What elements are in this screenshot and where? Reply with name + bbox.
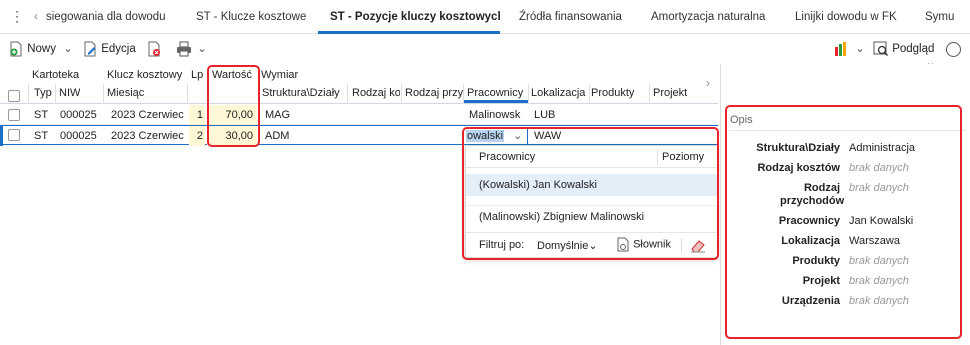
- column-divider: [401, 84, 402, 104]
- preview-icon: [873, 41, 889, 56]
- group-header-wymiar: Wymiar: [261, 69, 299, 81]
- preview-button-label: Podgląd: [892, 43, 935, 55]
- column-divider: [649, 84, 650, 104]
- column-header-struktura[interactable]: Struktura\Działy: [262, 87, 344, 99]
- column-divider: [347, 84, 348, 104]
- cell-lp: 2: [189, 126, 205, 146]
- new-button-label: Nowy: [27, 43, 56, 55]
- highlight-frame-panel: [725, 105, 962, 339]
- help-icon[interactable]: [946, 42, 961, 57]
- group-header-kartoteka: Kartoteka: [32, 69, 80, 81]
- tab-amortyzacja[interactable]: Amortyzacja naturalna: [651, 0, 769, 34]
- cell-niw: 000025: [60, 109, 97, 121]
- printer-icon: [177, 41, 191, 57]
- edit-button[interactable]: Edycja: [82, 39, 136, 59]
- tab-ksiegowania[interactable]: siegowania dla dowodu: [46, 0, 176, 34]
- tab-linijki-dowodu[interactable]: Linijki dowodu w FK: [795, 0, 905, 34]
- chevron-down-icon[interactable]: ⌄: [197, 43, 207, 55]
- tab-symu[interactable]: Symu: [925, 0, 970, 34]
- column-divider: [589, 84, 590, 104]
- column-divider: [463, 84, 464, 104]
- new-button[interactable]: Nowy ⌄: [8, 39, 73, 59]
- chevron-down-icon[interactable]: ⌄: [63, 43, 73, 55]
- chart-button[interactable]: ⌄: [834, 39, 865, 59]
- column-header-pracownicy[interactable]: Pracownicy: [467, 87, 527, 99]
- tab-bar: ⋮ ‹ siegowania dla dowodu ST - Klucze ko…: [0, 0, 970, 34]
- column-divider: [187, 84, 188, 104]
- cell-niw: 000025: [60, 130, 97, 142]
- group-header-klucz: Klucz kosztowy: [107, 69, 183, 81]
- highlight-frame-dropdown: [462, 127, 719, 260]
- chevron-right-icon[interactable]: ›: [706, 76, 710, 90]
- column-divider: [55, 84, 56, 104]
- row-checkbox[interactable]: [8, 129, 20, 141]
- column-header-miesiac[interactable]: Miesiąc: [107, 87, 144, 99]
- toolbar: Nowy ⌄ Edycja ⌄ ⌄ Podgląd ⌄: [0, 34, 970, 69]
- cell-typ: ST: [34, 130, 49, 142]
- cell-struktura: ADM: [265, 130, 290, 142]
- highlight-frame-wartosc: [207, 65, 260, 147]
- tab-klucze-kosztowe[interactable]: ST - Klucze kosztowe: [196, 0, 316, 34]
- column-header-projekt[interactable]: Projekt: [653, 87, 699, 99]
- column-divider: [28, 84, 29, 104]
- delete-document-icon: [148, 41, 160, 57]
- chevron-down-icon[interactable]: ⌄: [855, 43, 865, 55]
- select-all-checkbox[interactable]: [8, 90, 20, 102]
- row-checkbox[interactable]: [8, 109, 20, 121]
- column-divider: [103, 84, 104, 104]
- chevron-left-icon[interactable]: ‹: [34, 9, 38, 23]
- column-header-rodzaj-kosztow[interactable]: Rodzaj ko: [352, 87, 400, 99]
- row-selection-marker: [0, 126, 3, 146]
- new-document-icon: [10, 41, 22, 57]
- column-header-rodzaj-przychodow[interactable]: Rodzaj przy: [405, 87, 463, 99]
- column-header-lp[interactable]: Lp: [191, 69, 203, 81]
- column-header-produkty[interactable]: Produkty: [591, 87, 647, 99]
- cell-typ: ST: [34, 109, 49, 121]
- more-vertical-icon[interactable]: ⋮: [10, 8, 24, 25]
- table-row[interactable]: ST 000025 2023 Czerwiec 1 70,00 MAG Mali…: [0, 105, 718, 125]
- tab-pozycje-kluczy[interactable]: ST - Pozycje kluczy kosztowych: [330, 0, 500, 34]
- cell-lokalizacja: LUB: [534, 109, 556, 121]
- column-header-lokalizacja[interactable]: Lokalizacja: [531, 87, 589, 99]
- column-divider: [528, 84, 529, 104]
- edit-button-label: Edycja: [101, 43, 136, 55]
- cell-struktura: MAG: [265, 109, 291, 121]
- column-header-typ[interactable]: Typ: [34, 87, 52, 99]
- edit-document-icon: [84, 41, 96, 57]
- column-header-niw[interactable]: NIW: [59, 87, 80, 99]
- cell-lp: 1: [189, 105, 205, 125]
- cell-pracownicy: Malinowsk: [469, 109, 521, 121]
- delete-button[interactable]: [146, 39, 162, 59]
- sorted-column-indicator: [463, 100, 528, 103]
- tab-zrodla-finansowania[interactable]: Źródła finansowania: [519, 0, 629, 34]
- print-button[interactable]: ⌄: [176, 39, 207, 59]
- cell-miesiac: 2023 Czerwiec: [111, 109, 184, 121]
- bar-chart-icon: [835, 41, 846, 56]
- cell-miesiac: 2023 Czerwiec: [111, 130, 184, 142]
- grid-header: Kartoteka Klucz kosztowy Lp Wartość Wymi…: [0, 64, 718, 104]
